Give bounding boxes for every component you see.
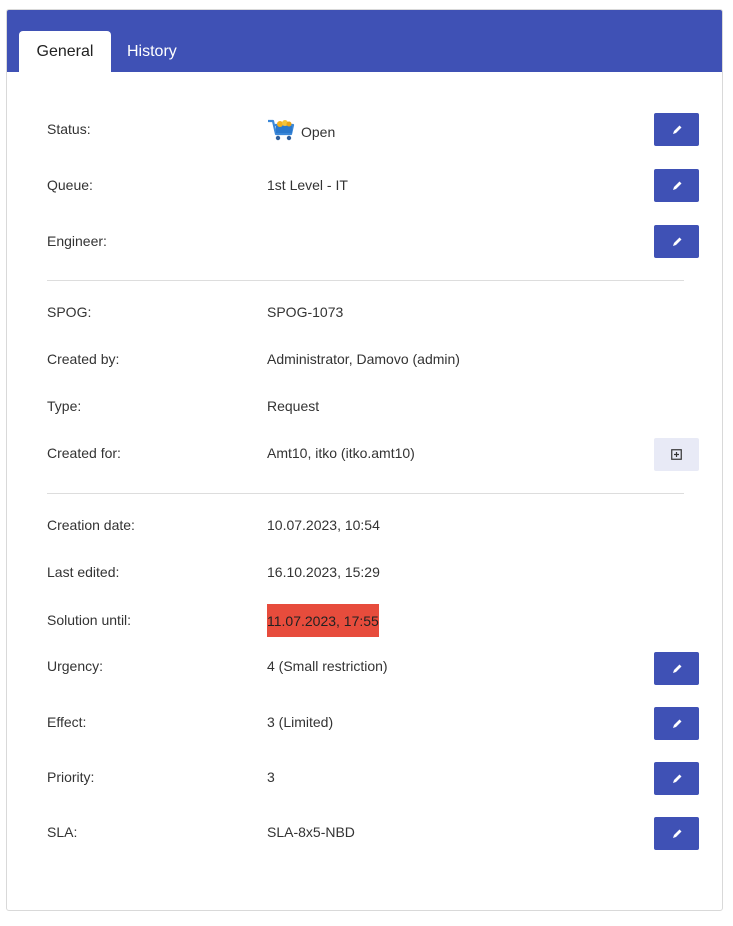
ticket-details-card: General History Status: Open Queue: 1st …: [6, 9, 723, 911]
edit-status-button[interactable]: [654, 113, 699, 146]
engineer-row: Engineer:: [47, 225, 699, 258]
pencil-icon: [672, 125, 681, 134]
sla-row: SLA: SLA-8x5-NBD: [47, 817, 699, 850]
pencil-icon: [672, 664, 681, 673]
pencil-icon: [672, 829, 681, 838]
last-edited-label: Last edited:: [47, 564, 120, 580]
type-row: Type: Request: [47, 398, 699, 418]
creation-date-row: Creation date: 10.07.2023, 10:54: [47, 517, 699, 537]
urgency-label: Urgency:: [47, 658, 104, 674]
engineer-label: Engineer:: [47, 233, 107, 249]
plus-square-icon: [671, 449, 682, 460]
priority-value: 3: [267, 769, 275, 785]
tab-history[interactable]: History: [127, 31, 177, 72]
section-divider: [47, 280, 684, 281]
pencil-icon: [672, 719, 681, 728]
section-divider: [47, 493, 684, 494]
created-by-label: Created by:: [47, 351, 120, 367]
edit-queue-button[interactable]: [654, 169, 699, 202]
created-by-value: Administrator, Damovo (admin): [267, 351, 460, 367]
effect-value: 3 (Limited): [267, 714, 334, 730]
urgency-row: Urgency: 4 (Small restriction): [47, 652, 699, 685]
priority-row: Priority: 3: [47, 762, 699, 795]
last-edited-row: Last edited: 16.10.2023, 15:29: [47, 564, 699, 584]
queue-label: Queue:: [47, 177, 93, 193]
sla-label: SLA:: [47, 824, 78, 840]
urgency-value: 4 (Small restriction): [267, 658, 388, 674]
pencil-icon: [672, 237, 681, 246]
status-text: Open: [301, 123, 336, 140]
last-edited-value: 16.10.2023, 15:29: [267, 564, 380, 580]
type-value: Request: [267, 398, 320, 414]
type-label: Type:: [47, 398, 82, 414]
pencil-icon: [672, 774, 681, 783]
edit-urgency-button[interactable]: [654, 652, 699, 685]
creation-date-value: 10.07.2023, 10:54: [267, 517, 380, 533]
effect-label: Effect:: [47, 714, 87, 730]
shopping-cart-icon: [267, 118, 295, 145]
spog-value: SPOG-1073: [267, 304, 344, 320]
created-for-value: Amt10, itko (itko.amt10): [267, 445, 415, 461]
solution-until-overdue-badge: 11.07.2023, 17:55: [267, 604, 379, 637]
tab-bar: General History: [7, 10, 722, 72]
effect-row: Effect: 3 (Limited): [47, 707, 699, 740]
spog-label: SPOG:: [47, 304, 92, 320]
edit-priority-button[interactable]: [654, 762, 699, 795]
solution-until-row: Solution until: 11.07.2023, 17:55: [47, 604, 699, 637]
solution-until-label: Solution until:: [47, 612, 132, 628]
priority-label: Priority:: [47, 769, 95, 785]
queue-value: 1st Level - IT: [267, 177, 348, 193]
pencil-icon: [672, 181, 681, 190]
status-label: Status:: [47, 121, 91, 137]
created-by-row: Created by: Administrator, Damovo (admin…: [47, 351, 699, 371]
tab-general[interactable]: General: [19, 31, 111, 72]
expand-created-for-button[interactable]: [654, 438, 699, 471]
edit-sla-button[interactable]: [654, 817, 699, 850]
edit-engineer-button[interactable]: [654, 225, 699, 258]
queue-row: Queue: 1st Level - IT: [47, 169, 699, 202]
created-for-label: Created for:: [47, 445, 121, 461]
created-for-row: Created for: Amt10, itko (itko.amt10): [47, 438, 699, 471]
status-value: Open: [267, 118, 335, 145]
status-row: Status: Open: [47, 113, 699, 146]
sla-value: SLA-8x5-NBD: [267, 824, 355, 840]
spog-row: SPOG: SPOG-1073: [47, 304, 699, 324]
edit-effect-button[interactable]: [654, 707, 699, 740]
creation-date-label: Creation date:: [47, 517, 135, 533]
